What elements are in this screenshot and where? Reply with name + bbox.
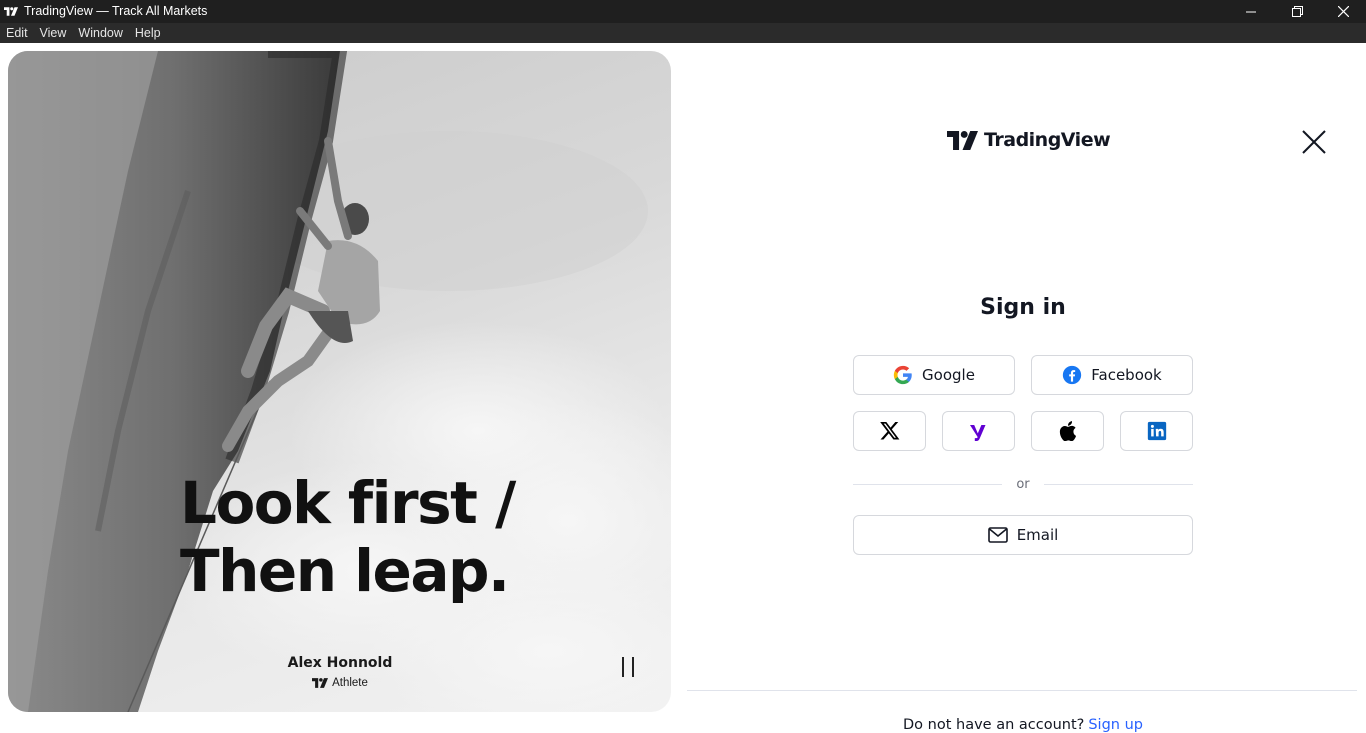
- facebook-signin-button[interactable]: Facebook: [1031, 355, 1193, 395]
- x-signin-button[interactable]: [853, 411, 926, 451]
- menu-window[interactable]: Window: [72, 23, 128, 43]
- google-icon: [893, 365, 913, 385]
- tradingview-logo-icon: [947, 130, 978, 150]
- menu-edit[interactable]: Edit: [0, 23, 34, 43]
- facebook-label: Facebook: [1091, 366, 1162, 384]
- footer-divider: [687, 690, 1357, 691]
- menu-bar: Edit View Window Help: [0, 23, 1366, 43]
- or-divider: or: [853, 475, 1193, 493]
- close-icon[interactable]: [1320, 0, 1366, 23]
- signin-dialog: Look first / Then leap. Alex Honnold Ath…: [0, 43, 1366, 733]
- athlete-name: Alex Honnold: [287, 655, 393, 671]
- email-label: Email: [1016, 526, 1059, 544]
- yahoo-icon: [969, 425, 985, 441]
- facebook-icon: [1062, 365, 1082, 385]
- signup-footer: Do not have an account? Sign up: [853, 717, 1193, 733]
- menu-view[interactable]: View: [34, 23, 73, 43]
- divider-or-label: or: [1016, 476, 1030, 492]
- window-controls: [1228, 0, 1366, 23]
- linkedin-signin-button[interactable]: [1120, 411, 1193, 451]
- menu-help[interactable]: Help: [129, 23, 167, 43]
- divider-line-right: [1043, 483, 1193, 485]
- google-signin-button[interactable]: Google: [853, 355, 1015, 395]
- climber-photo: [8, 51, 671, 712]
- apple-icon: [1059, 421, 1076, 441]
- minimize-icon[interactable]: [1228, 0, 1274, 23]
- headline-line-1: Look first /: [180, 469, 516, 537]
- email-signin-button[interactable]: Email: [853, 515, 1193, 555]
- tradingview-logo: TradingView: [947, 129, 1111, 151]
- mail-icon: [987, 527, 1008, 543]
- athlete-role: Athlete: [270, 677, 410, 689]
- tradingview-app-icon: [4, 7, 18, 17]
- headline-line-2: Then leap.: [180, 537, 510, 605]
- logo-text: TradingView: [984, 129, 1111, 151]
- google-label: Google: [922, 366, 975, 384]
- window-title: TradingView — Track All Markets: [24, 4, 208, 18]
- divider-line-left: [853, 483, 1003, 485]
- x-icon: [879, 422, 899, 440]
- yahoo-signin-button[interactable]: [942, 411, 1015, 451]
- signup-prompt: Do not have an account?: [903, 717, 1085, 733]
- linkedin-icon: [1147, 421, 1166, 441]
- signup-link[interactable]: Sign up: [1088, 717, 1143, 733]
- pause-icon[interactable]: [619, 657, 637, 679]
- close-dialog-button[interactable]: [1300, 128, 1328, 156]
- apple-signin-button[interactable]: [1031, 411, 1104, 451]
- hero-panel: Look first / Then leap. Alex Honnold Ath…: [8, 51, 671, 712]
- window-titlebar: TradingView — Track All Markets: [0, 0, 1366, 23]
- restore-icon[interactable]: [1274, 0, 1320, 23]
- signin-title: Sign in: [980, 295, 1066, 320]
- hero-headline: Look first / Then leap.: [180, 469, 516, 605]
- tradingview-logo-icon: [312, 678, 329, 688]
- athlete-role-label: Athlete: [332, 677, 368, 689]
- close-icon: [1302, 130, 1326, 154]
